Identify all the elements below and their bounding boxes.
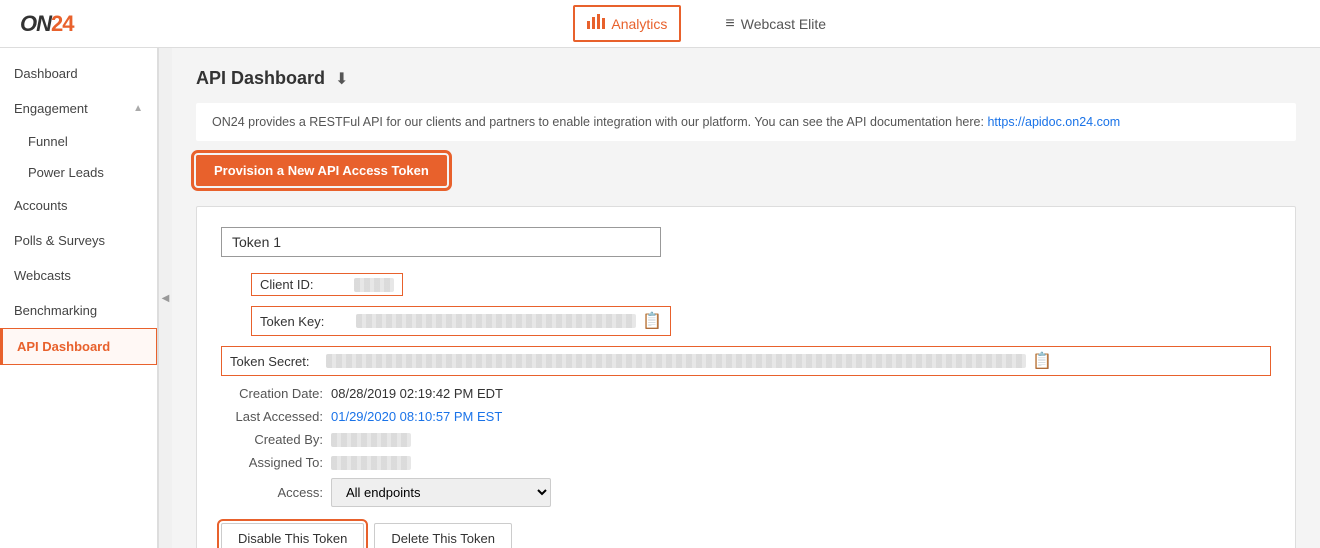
creation-date-row: Creation Date: 08/28/2019 02:19:42 PM ED…: [221, 386, 1271, 401]
download-icon[interactable]: ⬇: [335, 69, 348, 89]
sidebar-item-power-leads[interactable]: Power Leads: [0, 157, 157, 188]
access-select[interactable]: All endpoints Read only Write only: [331, 478, 551, 507]
sidebar-item-dashboard[interactable]: Dashboard: [0, 56, 157, 91]
sidebar-accounts-label: Accounts: [14, 198, 67, 213]
top-nav: ON24 Analytics ≡ Webcast Elite: [0, 0, 1320, 48]
token-key-box: Token Key: 📋: [251, 306, 671, 336]
sidebar-item-benchmarking[interactable]: Benchmarking: [0, 293, 157, 328]
token-secret-label: Token Secret:: [230, 354, 320, 369]
sidebar-power-leads-label: Power Leads: [28, 165, 104, 180]
client-id-row: Client ID:: [251, 273, 1271, 296]
token-key-value: [356, 314, 636, 328]
chevron-up-icon: ▲: [133, 103, 143, 114]
nav-tabs: Analytics ≡ Webcast Elite: [113, 5, 1300, 42]
sidebar-item-webcasts[interactable]: Webcasts: [0, 258, 157, 293]
logo: ON24: [20, 11, 73, 37]
copy-token-secret-icon[interactable]: 📋: [1032, 351, 1052, 371]
client-id-box: Client ID:: [251, 273, 403, 296]
created-by-label: Created By:: [221, 432, 331, 447]
client-id-label: Client ID:: [260, 277, 350, 292]
sidebar-engagement-label: Engagement: [14, 101, 88, 116]
assigned-to-label: Assigned To:: [221, 455, 331, 470]
page-title: API Dashboard: [196, 68, 325, 89]
description-text: ON24 provides a RESTFul API for our clie…: [212, 115, 984, 129]
token-secret-row: Token Secret: 📋: [221, 346, 1271, 376]
sidebar-webcasts-label: Webcasts: [14, 268, 71, 283]
token-key-row: Token Key: 📋: [251, 306, 1271, 336]
sidebar-funnel-label: Funnel: [28, 134, 68, 149]
sidebar: Dashboard Engagement ▲ Funnel Power Lead…: [0, 48, 158, 548]
description-bar: ON24 provides a RESTFul API for our clie…: [196, 103, 1296, 141]
content-area: API Dashboard ⬇ ON24 provides a RESTFul …: [172, 48, 1320, 548]
copy-token-key-icon[interactable]: 📋: [642, 311, 662, 331]
webcast-elite-icon: ≡: [725, 15, 734, 33]
sidebar-dashboard-label: Dashboard: [14, 66, 78, 81]
sidebar-item-accounts[interactable]: Accounts: [0, 188, 157, 223]
assigned-to-row: Assigned To:: [221, 455, 1271, 470]
sidebar-api-dashboard-label: API Dashboard: [17, 339, 110, 354]
sidebar-item-polls-surveys[interactable]: Polls & Surveys: [0, 223, 157, 258]
analytics-icon: [587, 13, 605, 34]
sidebar-item-api-dashboard[interactable]: API Dashboard: [0, 328, 157, 365]
creation-date-value: 08/28/2019 02:19:42 PM EDT: [331, 386, 503, 401]
main-layout: Dashboard Engagement ▲ Funnel Power Lead…: [0, 48, 1320, 548]
token-key-label: Token Key:: [260, 314, 350, 329]
sidebar-benchmarking-label: Benchmarking: [14, 303, 97, 318]
access-row: Access: All endpoints Read only Write on…: [221, 478, 1271, 507]
token-card: Client ID: Token Key: 📋 Token Secret: 📋: [196, 206, 1296, 548]
created-by-value: [331, 433, 411, 447]
last-accessed-row: Last Accessed: 01/29/2020 08:10:57 PM ES…: [221, 409, 1271, 424]
token-secret-value: [326, 354, 1026, 368]
last-accessed-value: 01/29/2020 08:10:57 PM EST: [331, 409, 502, 424]
delete-token-button[interactable]: Delete This Token: [374, 523, 512, 548]
client-id-value: [354, 278, 394, 292]
tab-webcast-elite[interactable]: ≡ Webcast Elite: [711, 7, 840, 41]
sidebar-polls-surveys-label: Polls & Surveys: [14, 233, 105, 248]
access-label: Access:: [221, 485, 331, 500]
doc-link[interactable]: https://apidoc.on24.com: [987, 115, 1120, 129]
chevron-left-icon: ◀: [162, 293, 170, 304]
sidebar-collapse-handle[interactable]: ◀: [158, 48, 172, 548]
last-accessed-label: Last Accessed:: [221, 409, 331, 424]
tab-webcast-elite-label: Webcast Elite: [741, 16, 826, 32]
page-header: API Dashboard ⬇: [196, 68, 1296, 89]
tab-analytics[interactable]: Analytics: [573, 5, 681, 42]
token-name-input[interactable]: [221, 227, 661, 257]
sidebar-item-engagement[interactable]: Engagement ▲: [0, 91, 157, 126]
assigned-to-value: [331, 456, 411, 470]
disable-token-button[interactable]: Disable This Token: [221, 523, 364, 548]
tab-analytics-label: Analytics: [611, 16, 667, 32]
sidebar-item-funnel[interactable]: Funnel: [0, 126, 157, 157]
provision-button[interactable]: Provision a New API Access Token: [196, 155, 447, 186]
action-buttons: Disable This Token Delete This Token: [221, 523, 1271, 548]
created-by-row: Created By:: [221, 432, 1271, 447]
creation-date-label: Creation Date:: [221, 386, 331, 401]
